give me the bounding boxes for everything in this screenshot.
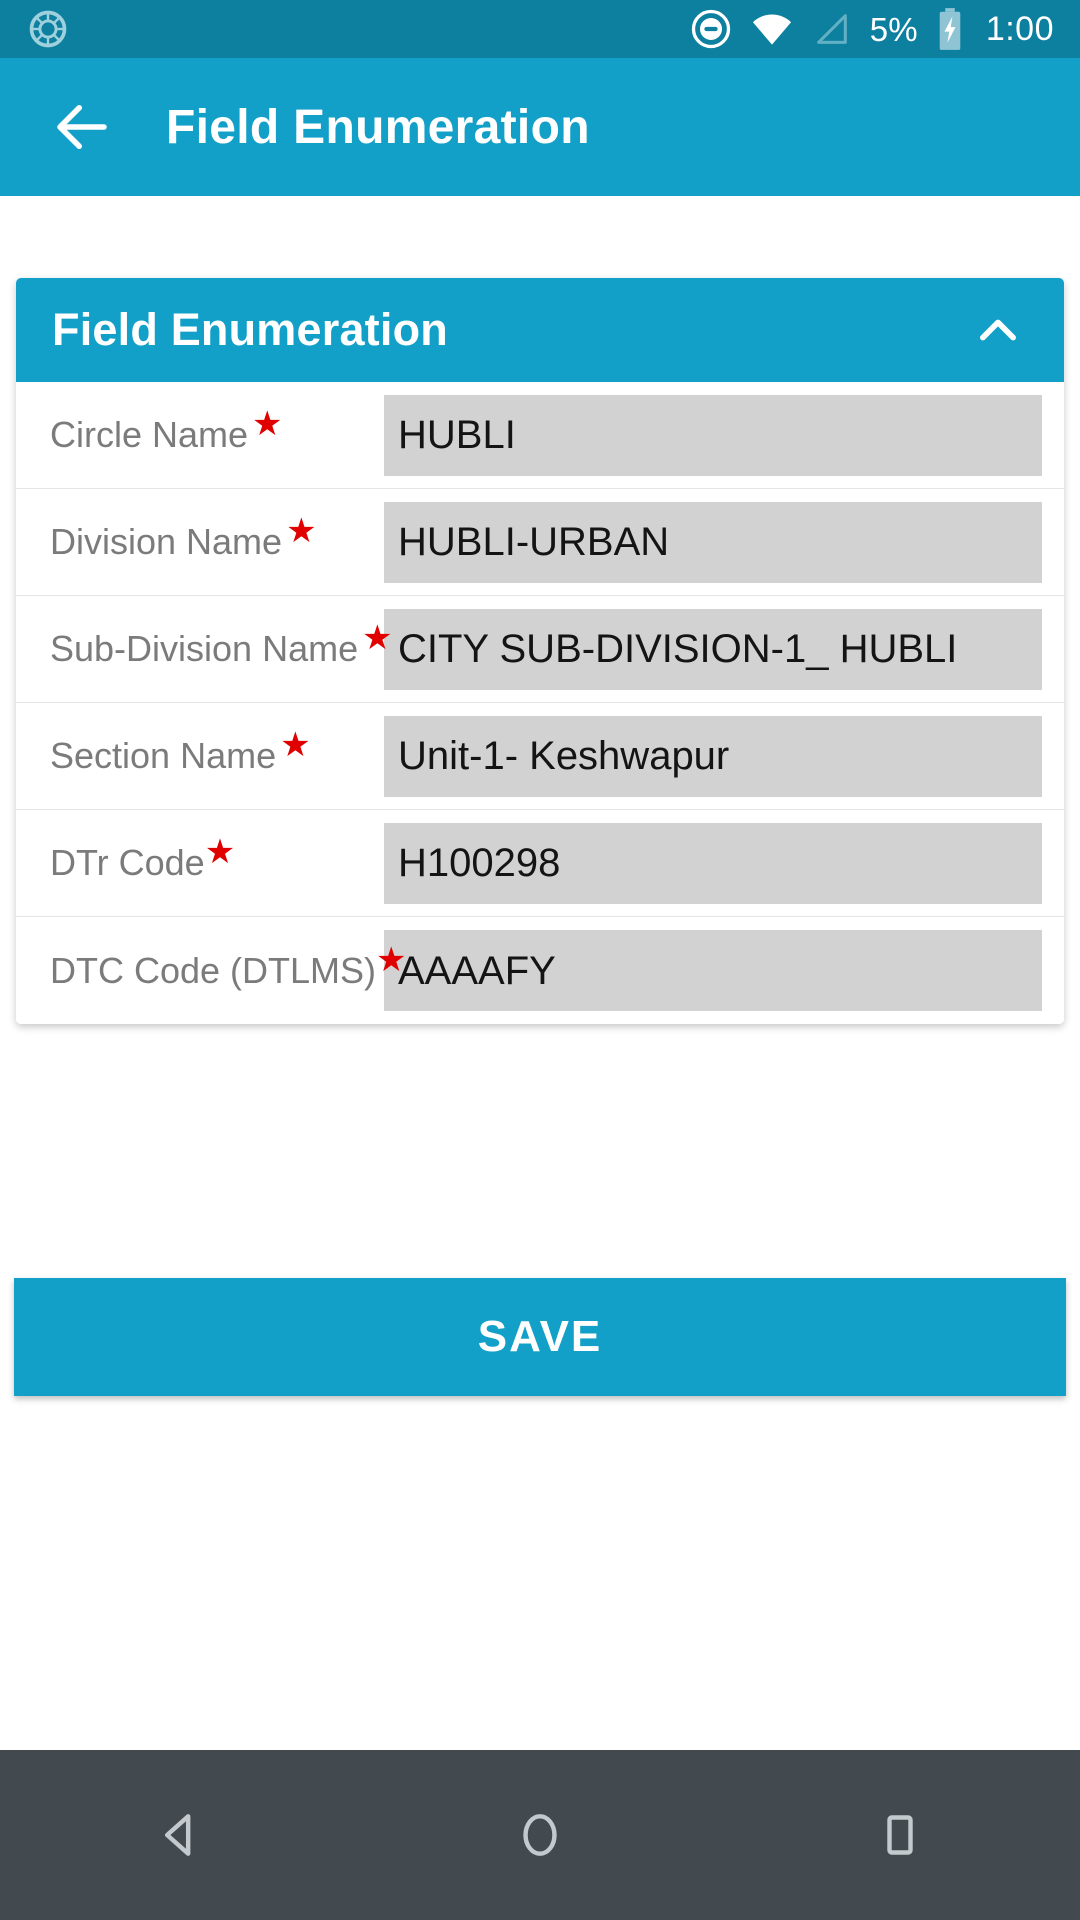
required-star-icon: ★ — [362, 619, 393, 658]
nav-back-button[interactable] — [0, 1750, 360, 1920]
status-bar-right: 5% 1:00 — [690, 7, 1054, 51]
form-row-input-value: HUBLI-URBAN — [398, 520, 670, 564]
form-row-label: Division Name ★ — [50, 514, 380, 563]
form-row-label-text: Circle Name — [50, 414, 249, 456]
form-row-input-value: H100298 — [398, 841, 561, 885]
page-title: Field Enumeration — [166, 100, 590, 154]
wifi-icon — [750, 7, 794, 51]
form-row-input-value: CITY SUB-DIVISION-1_ HUBLI — [398, 627, 958, 671]
circle-home-icon — [523, 1814, 557, 1856]
battery-percent-label: 5% — [869, 10, 918, 48]
form-row-input[interactable]: Unit-1- Keshwapur — [384, 715, 1042, 797]
arrow-left-icon — [57, 105, 107, 149]
form-row-label: Section Name ★ — [50, 728, 380, 777]
status-bar: 5% 1:00 — [0, 0, 1080, 58]
required-star-icon: ★ — [286, 512, 317, 551]
form-row: Section Name ★ Unit-1- Keshwapur — [16, 703, 1064, 810]
form-row-label-text: Sub-Division Name — [50, 628, 359, 670]
card-header[interactable]: Field Enumeration — [16, 278, 1064, 382]
battery-charging-icon — [936, 7, 964, 51]
app-screen: 5% 1:00 Field Enumeration Field Enumerat… — [0, 0, 1080, 1920]
form-row-label-text: DTr Code — [50, 842, 205, 884]
status-bar-clock: 1:00 — [985, 10, 1054, 48]
required-star-icon: ★ — [280, 726, 311, 765]
form-row: DTr Code ★ H100298 — [16, 810, 1064, 917]
field-enumeration-card: Field Enumeration Circle Name ★ HUBLI Divis… — [16, 278, 1064, 1024]
form-row-label: DTC Code (DTLMS) ★ — [50, 943, 407, 991]
form-rows: Circle Name ★ HUBLI Division Name ★ HUBLI-URB… — [16, 382, 1064, 1024]
form-row-label: Sub-Division Name ★ — [50, 621, 393, 670]
status-bar-left — [26, 7, 70, 51]
form-row-input[interactable]: HUBLI — [384, 394, 1042, 476]
form-row-input-value: Unit-1- Keshwapur — [398, 734, 730, 778]
save-button[interactable]: SAVE — [14, 1278, 1066, 1396]
form-row-label: DTr Code ★ — [50, 835, 380, 884]
form-row-input[interactable]: AAAAFY — [384, 930, 1042, 1011]
app-bar: Field Enumeration — [0, 58, 1080, 196]
form-row-label-text: Section Name — [50, 735, 277, 777]
form-row-input[interactable]: HUBLI-URBAN — [384, 501, 1042, 583]
square-recents-icon — [887, 1815, 913, 1855]
save-button-label: SAVE — [477, 1312, 603, 1361]
required-star-icon: ★ — [376, 940, 407, 979]
triangle-back-icon — [164, 1814, 191, 1856]
required-star-icon: ★ — [204, 833, 236, 872]
nav-home-button[interactable] — [360, 1750, 720, 1920]
form-row-input[interactable]: CITY SUB-DIVISION-1_ HUBLI — [384, 608, 1042, 690]
form-row-label-text: DTC Code (DTLMS) — [50, 949, 377, 991]
required-star-icon: ★ — [252, 405, 283, 444]
do-not-disturb-icon — [690, 8, 732, 50]
form-row-input-value: AAAAFY — [398, 948, 556, 993]
form-row-label: Circle Name ★ — [50, 407, 380, 456]
cellular-signal-icon — [812, 9, 852, 49]
card-header-title: Field Enumeration — [52, 304, 448, 355]
chevron-up-icon[interactable] — [968, 300, 1028, 360]
form-row-input-value: HUBLI — [398, 413, 516, 457]
form-row-label-text: Division Name — [50, 521, 283, 563]
form-row: DTC Code (DTLMS) ★ AAAAFY — [16, 917, 1064, 1024]
nav-recents-button[interactable] — [720, 1750, 1080, 1920]
form-row: Circle Name ★ HUBLI — [16, 382, 1064, 489]
form-row: Division Name ★ HUBLI-URBAN — [16, 489, 1064, 596]
form-row: Sub-Division Name ★ CITY SUB-DIVISION-1_ H… — [16, 596, 1064, 703]
system-navigation-bar — [0, 1750, 1080, 1920]
app-notification-icon — [26, 7, 70, 51]
form-row-input[interactable]: H100298 — [384, 822, 1042, 904]
back-button[interactable] — [34, 79, 130, 175]
